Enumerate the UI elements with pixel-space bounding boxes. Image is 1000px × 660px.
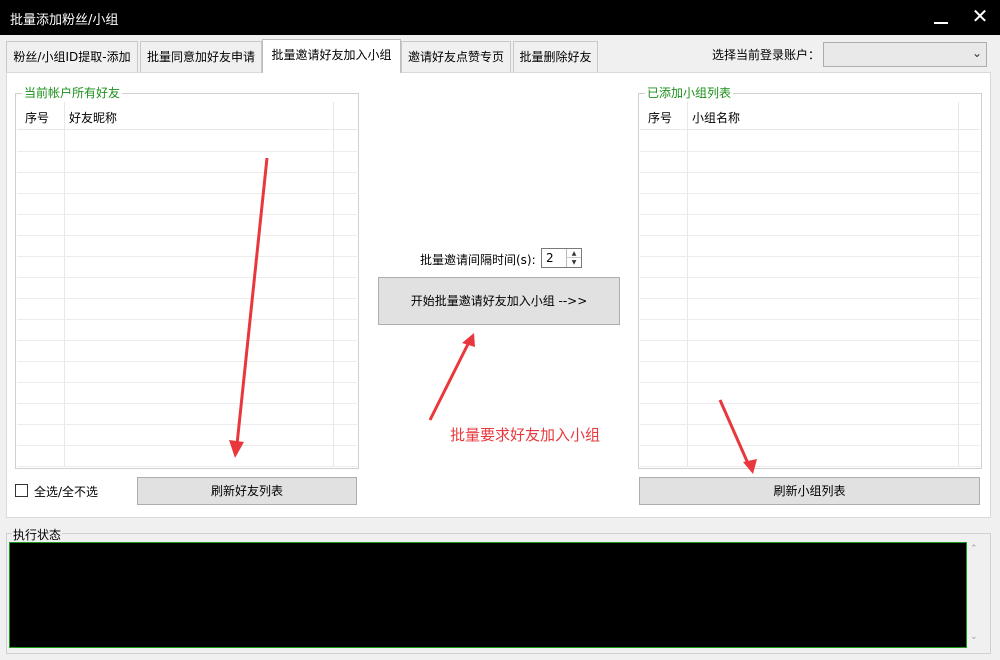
stepper-down-icon[interactable]: ▼: [566, 258, 581, 267]
grid-line: [640, 151, 980, 152]
col-header-friend-name[interactable]: 好友昵称: [69, 109, 117, 126]
title-bar: 批量添加粉丝/小组 ✕: [0, 0, 1000, 35]
groups-group: 已添加小组列表 序号 小组名称: [638, 86, 982, 469]
tab-invite-like-page[interactable]: 邀请好友点赞专页: [401, 41, 511, 72]
column-divider: [333, 102, 334, 467]
friends-list[interactable]: 序号 好友昵称: [17, 102, 357, 467]
close-icon[interactable]: ✕: [968, 4, 992, 28]
col-header-index[interactable]: 序号: [25, 109, 49, 126]
interval-value[interactable]: 2: [546, 251, 554, 265]
grid-line: [640, 298, 980, 299]
grid-line: [640, 382, 980, 383]
tab-batch-delete-friends[interactable]: 批量删除好友: [513, 41, 598, 72]
grid-line: [17, 214, 357, 215]
grid-line: [17, 382, 357, 383]
tab-invite-friends-to-group[interactable]: 批量邀请好友加入小组: [262, 39, 401, 73]
column-divider: [687, 102, 688, 467]
grid-line: [17, 277, 357, 278]
groups-list-header: 序号 小组名称: [640, 102, 980, 130]
minimize-icon[interactable]: [930, 2, 952, 28]
select-all-label[interactable]: 全选/全不选: [34, 483, 98, 500]
groups-group-legend: 已添加小组列表: [645, 86, 734, 100]
friends-group: 当前帐户所有好友 序号 好友昵称: [15, 86, 359, 469]
grid-line: [640, 214, 980, 215]
stepper-up-icon[interactable]: ▲: [566, 249, 581, 258]
grid-line: [640, 424, 980, 425]
groups-list[interactable]: 序号 小组名称: [640, 102, 980, 467]
status-legend: 执行状态: [12, 526, 63, 543]
friends-group-legend: 当前帐户所有好友: [22, 86, 123, 100]
scroll-down-icon[interactable]: ⌄: [970, 632, 978, 642]
grid-line: [640, 361, 980, 362]
grid-line: [640, 403, 980, 404]
grid-line: [17, 298, 357, 299]
grid-line: [17, 361, 357, 362]
tab-id-extract-add[interactable]: 粉丝/小组ID提取-添加: [6, 41, 138, 72]
status-log[interactable]: [9, 542, 967, 648]
refresh-friends-button[interactable]: 刷新好友列表: [137, 477, 357, 505]
grid-line: [17, 193, 357, 194]
grid-line: [17, 172, 357, 173]
interval-stepper[interactable]: 2 ▲ ▼: [541, 248, 582, 268]
grid-line: [17, 319, 357, 320]
tab-accept-friend-requests[interactable]: 批量同意加好友申请: [140, 41, 262, 72]
grid-line: [17, 466, 357, 467]
grid-line: [640, 445, 980, 446]
grid-line: [17, 424, 357, 425]
grid-line: [17, 340, 357, 341]
refresh-groups-button[interactable]: 刷新小组列表: [639, 477, 980, 505]
col-header-group-name[interactable]: 小组名称: [692, 109, 740, 126]
grid-line: [640, 235, 980, 236]
grid-line: [640, 172, 980, 173]
window-title: 批量添加粉丝/小组: [10, 13, 119, 28]
grid-line: [640, 319, 980, 320]
grid-line: [17, 403, 357, 404]
grid-line: [640, 340, 980, 341]
column-divider: [958, 102, 959, 467]
account-select[interactable]: ⌄: [823, 42, 987, 67]
grid-line: [17, 256, 357, 257]
grid-line: [17, 445, 357, 446]
column-divider: [64, 102, 65, 467]
grid-line: [640, 277, 980, 278]
grid-line: [640, 193, 980, 194]
status-log-scrollbar[interactable]: ⌃ ⌄: [967, 542, 984, 648]
select-all-checkbox[interactable]: [15, 484, 28, 497]
grid-line: [17, 235, 357, 236]
grid-line: [640, 466, 980, 467]
chevron-down-icon: ⌄: [971, 46, 982, 60]
account-select-label: 选择当前登录账户：: [712, 48, 821, 62]
grid-line: [17, 151, 357, 152]
friends-list-header: 序号 好友昵称: [17, 102, 357, 130]
start-invite-button[interactable]: 开始批量邀请好友加入小组 -->>: [378, 277, 620, 325]
grid-line: [640, 256, 980, 257]
col-header-index[interactable]: 序号: [648, 109, 672, 126]
scroll-up-icon[interactable]: ⌃: [970, 544, 978, 554]
annotation-text: 批量要求好友加入小组: [450, 426, 601, 444]
interval-label: 批量邀请间隔时间(s):: [420, 253, 536, 267]
